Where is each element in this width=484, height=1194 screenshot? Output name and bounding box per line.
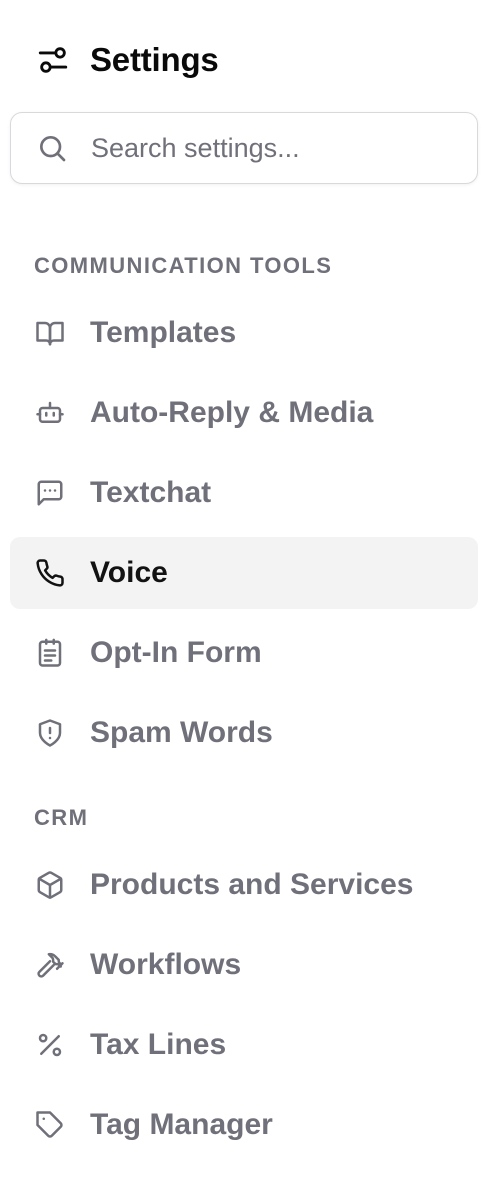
sidebar-item-label: Products and Services [90,868,414,901]
sidebar-item-label: Opt-In Form [90,636,262,669]
sliders-icon [36,43,70,77]
message-square-dots-icon [34,477,66,509]
book-open-icon [34,317,66,349]
phone-icon [34,557,66,589]
sidebar-item-label: Auto-Reply & Media [90,396,374,429]
hammer-icon [34,949,66,981]
percent-icon [34,1029,66,1061]
settings-sidebar: Settings COMMUNICATION TOOLS Templates [0,0,484,1194]
sidebar-item-opt-in-form[interactable]: Opt-In Form [10,617,478,689]
sidebar-item-label: Voice [90,556,168,589]
shield-alert-icon [34,717,66,749]
sidebar-item-spam-words[interactable]: Spam Words [10,697,478,769]
section-title-crm: CRM [34,805,89,830]
sidebar-item-textchat[interactable]: Textchat [10,457,478,529]
package-icon [34,869,66,901]
tag-icon [34,1109,66,1141]
page-title: Settings [90,41,219,78]
bot-icon [34,397,66,429]
search-input[interactable] [91,132,451,164]
sidebar-item-products-and-services[interactable]: Products and Services [10,849,478,921]
sidebar-item-tag-manager[interactable]: Tag Manager [10,1089,478,1161]
sidebar-item-workflows[interactable]: Workflows [10,929,478,1001]
sidebar-item-label: Tag Manager [90,1108,273,1141]
sidebar-item-label: Tax Lines [90,1028,227,1061]
clipboard-list-icon [34,637,66,669]
sidebar-item-tax-lines[interactable]: Tax Lines [10,1009,478,1081]
sidebar-item-label: Templates [90,316,237,349]
search-icon [35,131,69,165]
sidebar-item-templates[interactable]: Templates [10,297,478,369]
sidebar-item-label: Workflows [90,948,242,981]
section-title-communication-tools: COMMUNICATION TOOLS [34,253,333,278]
sidebar-item-label: Spam Words [90,716,273,749]
sidebar-item-voice[interactable]: Voice [10,537,478,609]
search-box[interactable] [10,112,478,184]
settings-header: Settings [36,38,219,82]
sidebar-item-label: Textchat [90,476,212,509]
sidebar-item-auto-reply-media[interactable]: Auto-Reply & Media [10,377,478,449]
